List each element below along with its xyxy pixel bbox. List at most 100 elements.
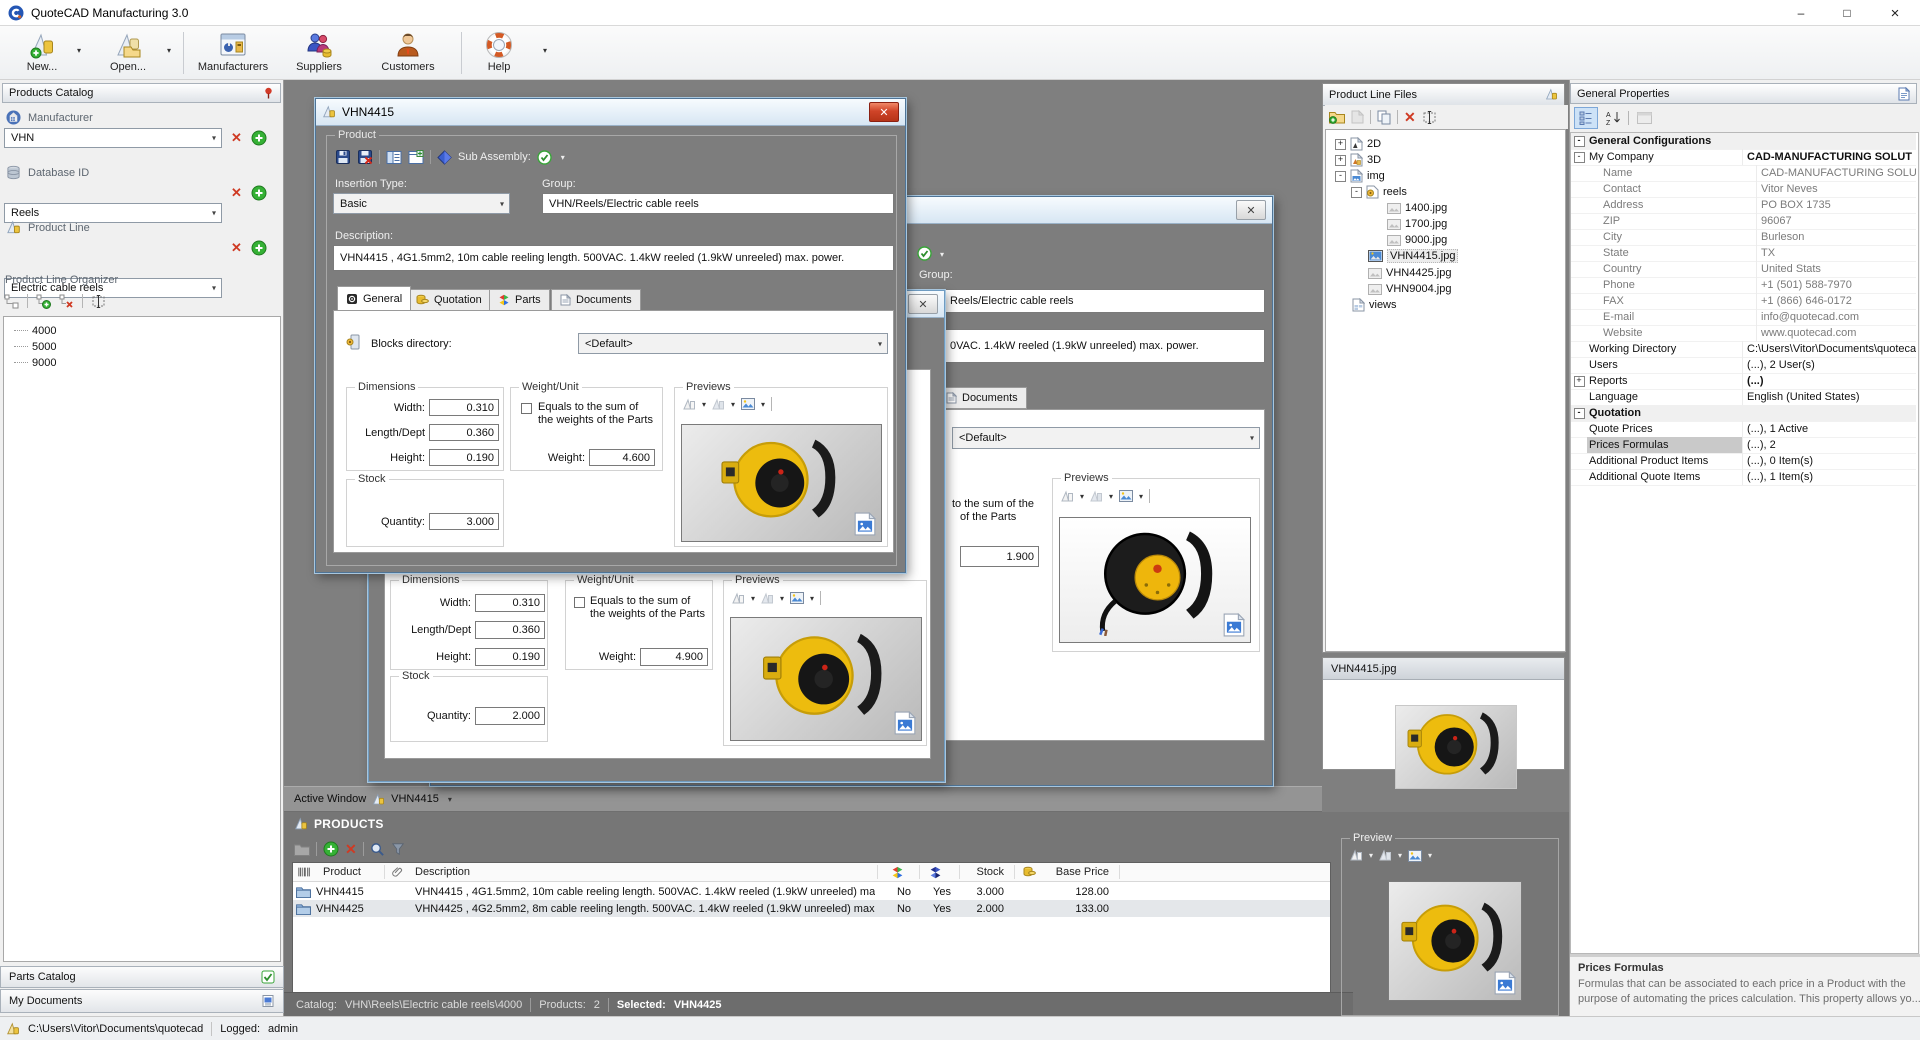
organizer-node-9000[interactable]: 9000	[14, 355, 56, 370]
subassembly-dropdown-arrow[interactable]	[558, 153, 568, 162]
suppliers-button[interactable]: Suppliers	[286, 29, 352, 79]
property-row[interactable]: AddressPO BOX 1735	[1571, 197, 1916, 214]
middle-dialog-close-icon[interactable]	[908, 294, 938, 314]
filter-icon[interactable]	[391, 842, 405, 856]
property-row[interactable]: +Reports(...)	[1571, 373, 1916, 390]
group-field[interactable]: VHN/Reels/Electric cable reels	[542, 193, 894, 214]
middle-length-field[interactable]: 0.360	[475, 621, 545, 639]
tree-node-vhn4425jpg[interactable]: VHN4425.jpg	[1326, 265, 1607, 281]
width-field[interactable]: 0.310	[429, 399, 499, 416]
parts-column-icon[interactable]	[891, 863, 904, 881]
property-row[interactable]: Quote Prices(...), 1 Active	[1571, 421, 1916, 438]
open-button[interactable]: Open...	[98, 29, 158, 79]
property-row[interactable]: -My CompanyCAD-MANUFACTURING SOLUT	[1571, 149, 1916, 166]
tree-node-2d[interactable]: + 2D	[1326, 136, 1574, 152]
organizer-node-5000[interactable]: 5000	[14, 339, 56, 354]
property-category-row[interactable]: -General Configurations	[1571, 133, 1916, 150]
manufacturer-combo[interactable]: VHN	[4, 128, 222, 148]
back-weight-field[interactable]: 1.900	[960, 546, 1039, 567]
minimize-button[interactable]	[1778, 0, 1824, 26]
col-product[interactable]: Product	[323, 863, 361, 881]
property-row[interactable]: Additional Quote Items(...), 1 Item(s)	[1571, 469, 1916, 486]
close-button[interactable]	[1870, 0, 1920, 26]
bottom-preview-image[interactable]	[1388, 881, 1522, 1001]
add-file-icon[interactable]	[1351, 110, 1364, 124]
database-add-icon[interactable]	[251, 185, 267, 201]
property-row[interactable]: Additional Product Items(...), 0 Item(s)	[1571, 453, 1916, 470]
copy-icon[interactable]	[1377, 110, 1391, 125]
blocks-directory-combo[interactable]: <Default>	[578, 333, 888, 354]
property-row[interactable]: ContactVitor Neves	[1571, 181, 1916, 198]
preview-image-icon[interactable]	[790, 592, 804, 604]
organizer-rename-icon[interactable]	[91, 294, 106, 309]
properties-view-icon[interactable]	[408, 150, 424, 165]
property-row[interactable]: NameCAD-MANUFACTURING SOLUTION	[1571, 165, 1916, 182]
back-preview-image[interactable]	[1059, 517, 1251, 643]
property-row[interactable]: LanguageEnglish (United States)	[1571, 389, 1916, 406]
tree-node-vhn4415jpg[interactable]: VHN4415.jpg	[1326, 248, 1607, 264]
tree-node-3d[interactable]: + 3D	[1326, 152, 1574, 168]
property-pages-icon[interactable]	[1632, 107, 1656, 129]
property-row[interactable]: Phone+1 (501) 588-7970	[1571, 277, 1916, 294]
tab-general[interactable]: General	[337, 286, 411, 311]
pin-icon[interactable]	[263, 87, 274, 99]
vhn4415-preview-image[interactable]	[681, 424, 882, 542]
property-row[interactable]: ZIP96067	[1571, 213, 1916, 230]
customers-button[interactable]: Customers	[372, 29, 444, 79]
parts-catalog-bar[interactable]: Parts Catalog	[0, 966, 284, 988]
table-row-vhn4425[interactable]: VHN4425 VHN4425 , 4G2.5mm2, 8m cable ree…	[293, 900, 1330, 917]
organizer-add-icon[interactable]	[36, 294, 51, 309]
back-subassembly-check-icon[interactable]	[917, 246, 932, 261]
properties-header[interactable]: General Properties	[1570, 83, 1917, 104]
tab-parts[interactable]: Parts	[489, 289, 550, 311]
rename-icon[interactable]	[1422, 110, 1437, 125]
new-button[interactable]: New...	[14, 29, 70, 79]
image-panel-header[interactable]: VHN4415.jpg	[1323, 658, 1564, 680]
subassembly-column-icon[interactable]	[929, 863, 942, 881]
middle-quantity-field[interactable]: 2.000	[475, 707, 545, 725]
organizer-delete-icon[interactable]	[59, 294, 74, 309]
weight-field[interactable]: 4.600	[589, 449, 655, 466]
alphabetical-sort-icon[interactable]: AZ	[1601, 107, 1625, 129]
preview-image-icon[interactable]	[1119, 490, 1133, 502]
delete-product-icon[interactable]	[345, 843, 357, 856]
preview-3d-icon[interactable]	[761, 592, 774, 605]
table-row-vhn4415[interactable]: VHN4415 VHN4415 , 4G1.5mm2, 10m cable re…	[293, 883, 1330, 900]
length-field[interactable]: 0.360	[429, 424, 499, 441]
quantity-field[interactable]: 3.000	[429, 513, 499, 530]
products-catalog-header[interactable]: Products Catalog	[2, 83, 281, 103]
property-row-selected[interactable]: Prices Formulas(...), 2	[1571, 437, 1916, 454]
product-line-add-icon[interactable]	[251, 240, 267, 256]
property-row[interactable]: Working DirectoryC:\Users\Vitor\Document…	[1571, 341, 1916, 358]
open-dropdown-arrow[interactable]	[162, 46, 176, 55]
middle-width-field[interactable]: 0.310	[475, 594, 545, 612]
delete-file-icon[interactable]	[1404, 111, 1416, 124]
preview-image-icon[interactable]	[1408, 850, 1422, 862]
vhn4415-dialog-titlebar[interactable]: VHN4415	[316, 99, 905, 126]
description-field[interactable]: VHN4415 , 4G1.5mm2, 10m cable reeling le…	[333, 245, 894, 271]
preview-3d-icon[interactable]	[1090, 490, 1103, 503]
back-blocks-directory-combo[interactable]: <Default>	[952, 427, 1260, 449]
save-close-icon[interactable]	[357, 149, 373, 165]
manufacturer-add-icon[interactable]	[251, 130, 267, 146]
property-row[interactable]: Websitewww.quotecad.com	[1571, 325, 1916, 342]
back-subassembly-dropdown-arrow[interactable]	[937, 250, 947, 259]
properties-doc-icon[interactable]	[1898, 87, 1910, 101]
maximize-button[interactable]	[1824, 0, 1870, 26]
back-dialog-close-icon[interactable]	[1236, 200, 1266, 220]
add-product-icon[interactable]	[323, 841, 339, 857]
property-row[interactable]: CountryUnited Stats	[1571, 261, 1916, 278]
details-view-icon[interactable]	[386, 150, 402, 165]
property-category-row[interactable]: -Quotation	[1571, 405, 1916, 422]
equals-sum-checkbox[interactable]	[574, 597, 585, 608]
height-field[interactable]: 0.190	[429, 449, 499, 466]
expander-icon[interactable]: -	[1351, 187, 1362, 198]
preview-2d-icon[interactable]	[683, 398, 696, 411]
active-window-value[interactable]: VHN4415	[391, 793, 439, 805]
equals-sum-checkbox[interactable]	[521, 403, 532, 414]
my-documents-bar[interactable]: My Documents	[0, 989, 284, 1013]
manufacturers-button[interactable]: Manufacturers	[192, 29, 274, 79]
tree-node-views[interactable]: views	[1326, 297, 1591, 313]
preview-3d-icon[interactable]	[1379, 849, 1392, 862]
expander-icon[interactable]: -	[1335, 171, 1346, 182]
